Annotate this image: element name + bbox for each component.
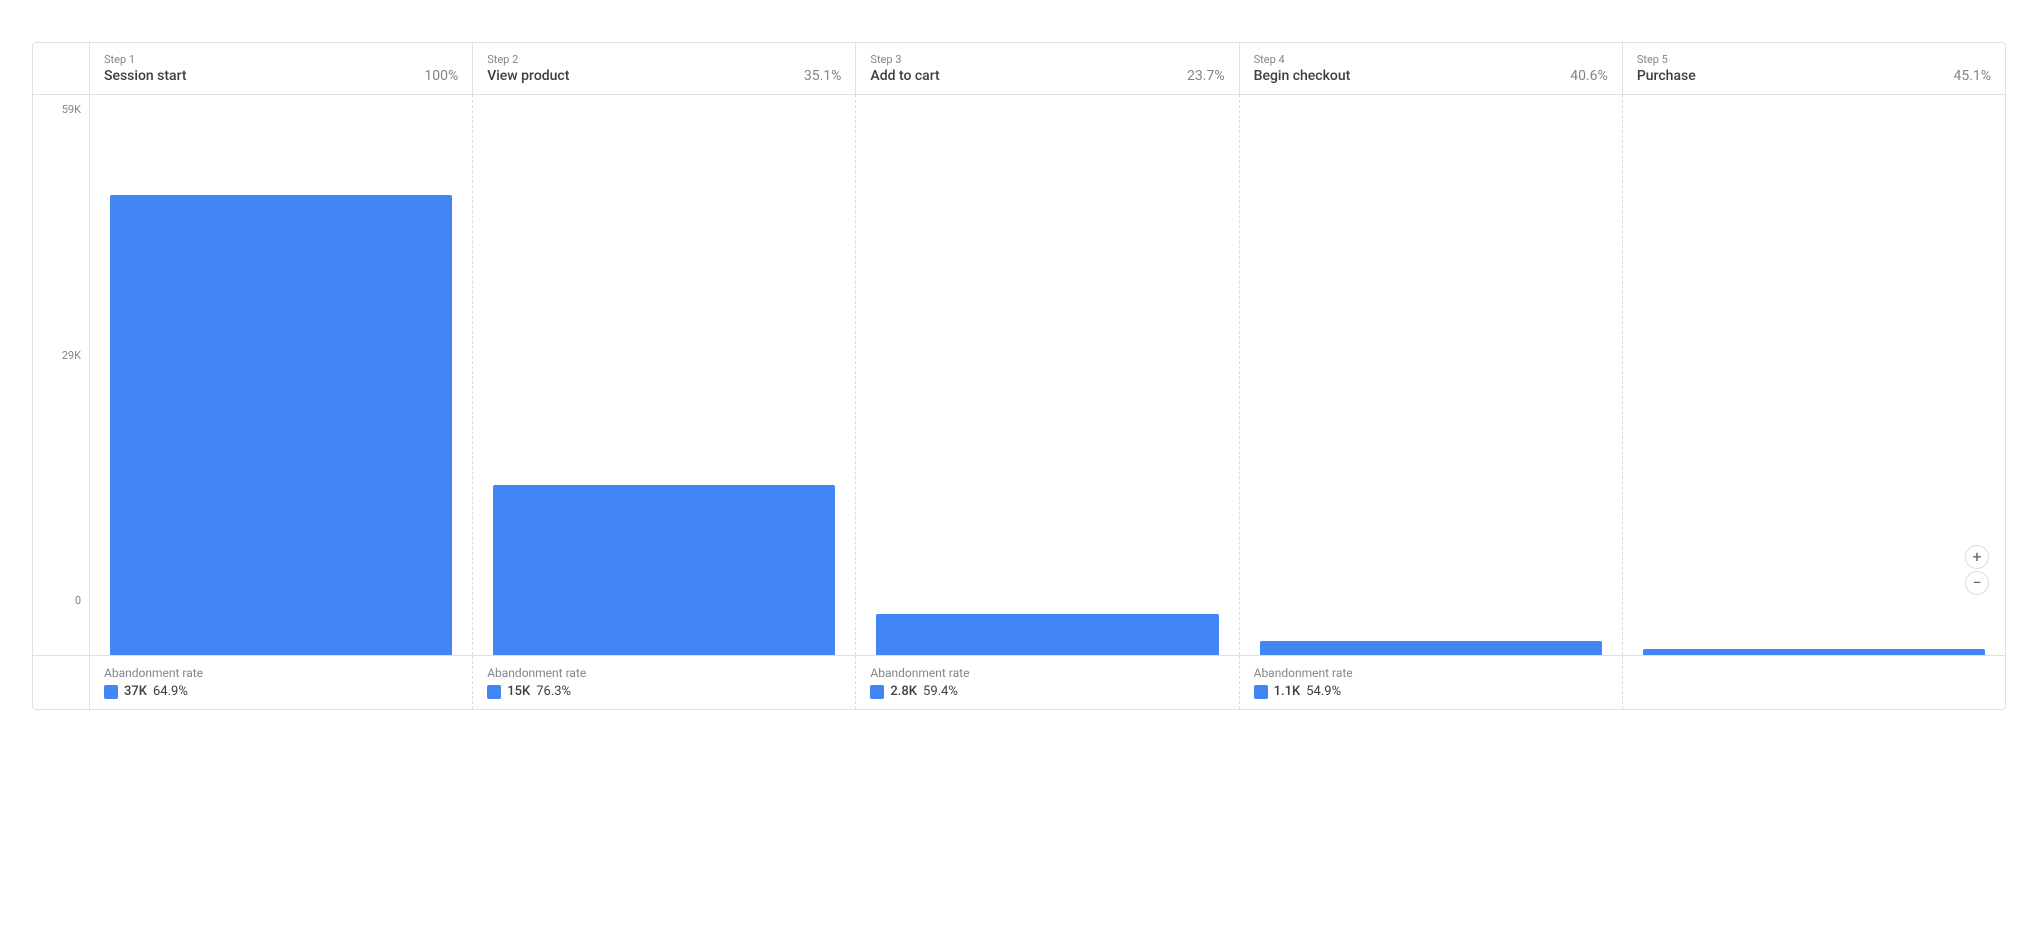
bar-5 xyxy=(1643,649,1985,655)
step-name-row-5: Purchase 45.1% xyxy=(1637,68,1991,84)
step-pct-1: 100% xyxy=(424,68,458,84)
y-axis-header-spacer xyxy=(33,43,89,94)
abandon-spacer xyxy=(33,656,89,709)
step-pct-5: 45.1% xyxy=(1953,68,1991,84)
chart-area: Step 1 Session start 100% Step 2 View pr… xyxy=(32,42,2006,710)
abandon-swatch-2 xyxy=(487,685,501,699)
y-label-2: 0 xyxy=(41,594,81,607)
bar-3 xyxy=(876,614,1218,655)
abandon-value-row-4: 1.1K 54.9% xyxy=(1254,684,1608,699)
zoom-out-button[interactable]: − xyxy=(1965,571,1989,595)
y-label-0: 59K xyxy=(41,103,81,116)
bar-2 xyxy=(493,485,835,655)
abandon-count-3: 2.8K xyxy=(890,684,917,699)
bar-column-2 xyxy=(472,95,855,655)
bar-spacer-3 xyxy=(876,103,1218,195)
step-header-2: Step 2 View product 35.1% xyxy=(472,43,855,94)
abandon-value-row-3: 2.8K 59.4% xyxy=(870,684,1224,699)
zoom-controls: + − xyxy=(1965,545,1989,595)
abandonment-row: Abandonment rate 37K 64.9% Abandonment r… xyxy=(33,655,2005,709)
abandon-cell-2: Abandonment rate 15K 76.3% xyxy=(472,656,855,709)
abandon-value-row-2: 15K 76.3% xyxy=(487,684,841,699)
bar-spacer-5 xyxy=(1643,103,1985,195)
bar-spacer-2 xyxy=(493,103,835,195)
step-name-2: View product xyxy=(487,68,569,84)
bar-column-4 xyxy=(1239,95,1622,655)
abandon-cell-5 xyxy=(1622,656,2005,709)
abandon-cell-3: Abandonment rate 2.8K 59.4% xyxy=(855,656,1238,709)
main-container: Step 1 Session start 100% Step 2 View pr… xyxy=(0,0,2038,928)
step-name-row-2: View product 35.1% xyxy=(487,68,841,84)
abandon-label-2: Abandonment rate xyxy=(487,666,841,680)
chart-body: 59K 29K 0 + − xyxy=(33,95,2005,655)
bar-wrapper-5 xyxy=(1643,195,1985,655)
abandon-pct-4: 54.9% xyxy=(1306,684,1341,699)
step-pct-3: 23.7% xyxy=(1187,68,1225,84)
steps-header: Step 1 Session start 100% Step 2 View pr… xyxy=(33,43,2005,95)
abandon-label-1: Abandonment rate xyxy=(104,666,458,680)
bar-wrapper-2 xyxy=(493,195,835,655)
abandon-swatch-4 xyxy=(1254,685,1268,699)
step-pct-4: 40.6% xyxy=(1570,68,1608,84)
abandon-swatch-1 xyxy=(104,685,118,699)
bar-wrapper-3 xyxy=(876,195,1218,655)
abandon-count-4: 1.1K xyxy=(1274,684,1301,699)
bar-1 xyxy=(110,195,452,655)
step-label-5: Step 5 xyxy=(1637,53,1991,66)
bar-spacer-1 xyxy=(110,103,452,195)
bar-wrapper-4 xyxy=(1260,195,1602,655)
step-header-1: Step 1 Session start 100% xyxy=(89,43,472,94)
abandon-value-row-1: 37K 64.9% xyxy=(104,684,458,699)
bar-wrapper-1 xyxy=(110,195,452,655)
abandon-cell-4: Abandonment rate 1.1K 54.9% xyxy=(1239,656,1622,709)
step-label-2: Step 2 xyxy=(487,53,841,66)
step-name-row-1: Session start 100% xyxy=(104,68,458,84)
step-label-4: Step 4 xyxy=(1254,53,1608,66)
abandon-pct-3: 59.4% xyxy=(923,684,958,699)
step-name-row-4: Begin checkout 40.6% xyxy=(1254,68,1608,84)
abandon-label-3: Abandonment rate xyxy=(870,666,1224,680)
bar-column-3 xyxy=(855,95,1238,655)
bar-column-1 xyxy=(90,95,472,655)
abandon-swatch-3 xyxy=(870,685,884,699)
step-name-5: Purchase xyxy=(1637,68,1696,84)
bar-column-5 xyxy=(1622,95,2005,655)
abandon-pct-1: 64.9% xyxy=(153,684,188,699)
abandon-count-1: 37K xyxy=(124,684,147,699)
step-header-4: Step 4 Begin checkout 40.6% xyxy=(1239,43,1622,94)
step-label-1: Step 1 xyxy=(104,53,458,66)
step-header-3: Step 3 Add to cart 23.7% xyxy=(855,43,1238,94)
abandon-label-4: Abandonment rate xyxy=(1254,666,1608,680)
abandon-cell-1: Abandonment rate 37K 64.9% xyxy=(89,656,472,709)
abandon-pct-2: 76.3% xyxy=(536,684,571,699)
step-name-1: Session start xyxy=(104,68,187,84)
step-name-row-3: Add to cart 23.7% xyxy=(870,68,1224,84)
y-axis: 59K 29K 0 xyxy=(33,95,89,655)
abandon-count-2: 15K xyxy=(507,684,530,699)
bar-4 xyxy=(1260,641,1602,655)
step-pct-2: 35.1% xyxy=(804,68,842,84)
y-label-1: 29K xyxy=(41,349,81,362)
step-header-5: Step 5 Purchase 45.1% xyxy=(1622,43,2005,94)
step-label-3: Step 3 xyxy=(870,53,1224,66)
bars-area xyxy=(89,95,2005,655)
step-name-3: Add to cart xyxy=(870,68,939,84)
step-name-4: Begin checkout xyxy=(1254,68,1351,84)
zoom-in-button[interactable]: + xyxy=(1965,545,1989,569)
bar-spacer-4 xyxy=(1260,103,1602,195)
